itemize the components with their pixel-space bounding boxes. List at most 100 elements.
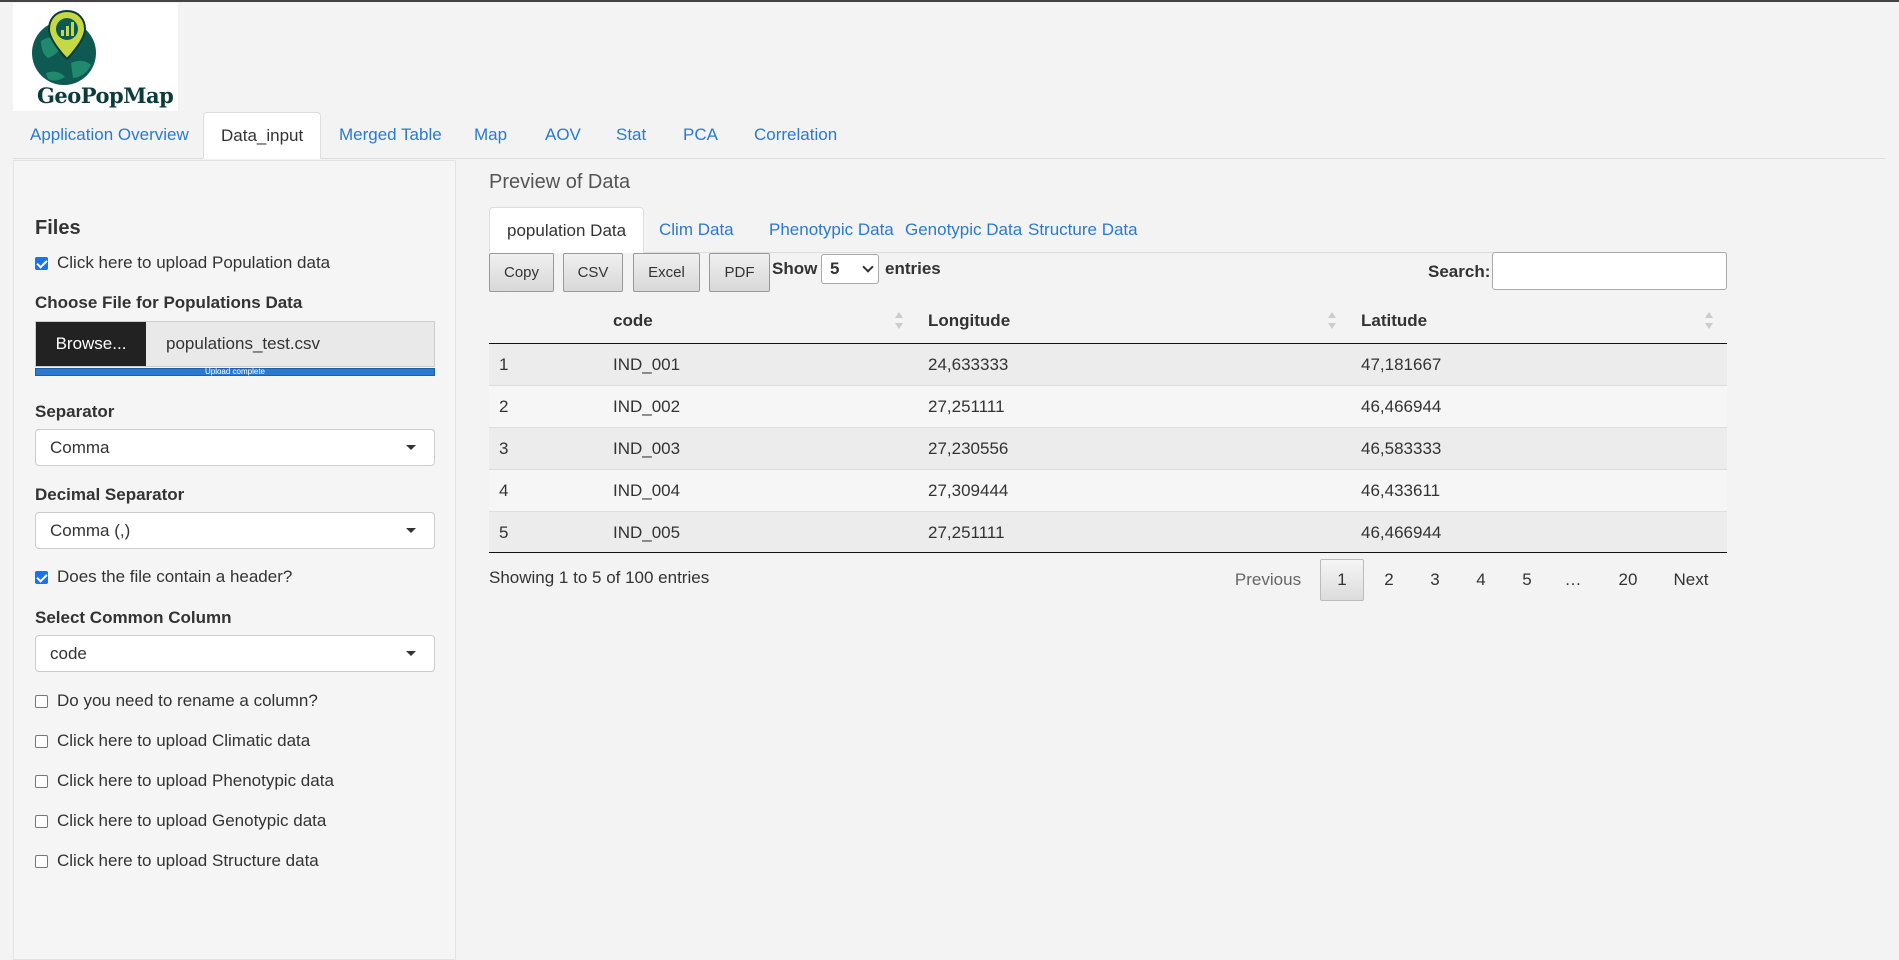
pagination-page-1[interactable]: 1 [1320,559,1364,601]
cell-code: IND_005 [613,523,681,542]
cell-code: IND_002 [613,397,681,416]
sort-icon[interactable] [1328,312,1336,330]
header-checkbox-label: Does the file contain a header? [57,567,293,586]
header-checkbox[interactable] [35,570,48,584]
table-row[interactable]: 5 IND_005 27,251111 46,466944 [489,512,1727,553]
table-row[interactable]: 4 IND_004 27,309444 46,433611 [489,470,1727,512]
table-header-row: code Longitude Latitude [489,298,1727,344]
structure-checkbox-label: Click here to upload Structure data [57,851,319,870]
structure-checkbox[interactable] [35,854,48,868]
preview-title: Preview of Data [489,171,631,193]
upload-population-checkbox-row[interactable]: Click here to upload Population data [35,253,330,273]
climatic-checkbox-label: Click here to upload Climatic data [57,731,311,750]
pagination-page-3[interactable]: 3 [1413,559,1457,601]
search-input[interactable] [1492,252,1727,290]
upload-status-text: Upload complete [204,367,266,376]
decimal-separator-select[interactable]: Comma (,) [35,512,435,549]
rename-checkbox-row[interactable]: Do you need to rename a column? [35,691,318,711]
sort-icon[interactable] [1705,312,1713,330]
file-input[interactable]: Browse... populations_test.csv [35,321,435,367]
pagination-page-5[interactable]: 5 [1505,559,1549,601]
cell-index: 2 [499,397,509,416]
window-top-border [0,0,1899,2]
logo-text: GeoPopMap [37,83,174,108]
tab-map[interactable]: Map [457,112,524,158]
entries-select[interactable]: 5 [821,254,879,284]
sidebar-panel: Files Click here to upload Population da… [13,160,456,960]
tab-stat[interactable]: Stat [599,112,663,158]
tab-merged-table[interactable]: Merged Table [322,112,459,158]
csv-button[interactable]: CSV [563,253,623,292]
decimal-separator-value: Comma (,) [50,521,131,540]
browse-button[interactable]: Browse... [36,322,146,366]
cell-latitude: 46,583333 [1361,439,1442,458]
upload-population-checkbox[interactable] [35,256,48,270]
climatic-checkbox-row[interactable]: Click here to upload Climatic data [35,731,310,751]
structure-checkbox-row[interactable]: Click here to upload Structure data [35,851,319,871]
tab-clim-data[interactable]: Clim Data [642,207,751,252]
sort-icon[interactable] [895,312,903,330]
table-row[interactable]: 1 IND_001 24,633333 47,181667 [489,344,1727,386]
main-tab-bar: Application Overview Data_input Merged T… [13,112,1885,159]
pagination-next[interactable]: Next [1663,559,1719,601]
data-tab-bar: population Data Clim Data Phenotypic Dat… [489,207,1727,253]
cell-latitude: 46,433611 [1361,481,1441,500]
cell-longitude: 27,251111 [928,523,1005,542]
tab-correlation[interactable]: Correlation [737,112,854,158]
rename-checkbox[interactable] [35,694,48,708]
column-header-latitude[interactable]: Latitude [1361,298,1427,343]
tab-aov[interactable]: AOV [528,112,598,158]
common-column-label: Select Common Column [35,608,232,627]
header-checkbox-row[interactable]: Does the file contain a header? [35,567,292,587]
pagination-previous[interactable]: Previous [1224,559,1312,601]
show-label: Show [772,259,818,278]
excel-button[interactable]: Excel [633,253,700,292]
common-column-select[interactable]: code [35,635,435,672]
table-row[interactable]: 2 IND_002 27,251111 46,466944 [489,386,1727,428]
separator-value: Comma [50,438,110,457]
rename-checkbox-label: Do you need to rename a column? [57,691,318,710]
cell-latitude: 47,181667 [1361,355,1442,374]
phenotypic-checkbox-row[interactable]: Click here to upload Phenotypic data [35,771,334,791]
cell-longitude: 27,251111 [928,397,1005,416]
pagination-page-2[interactable]: 2 [1367,559,1411,601]
tab-pca[interactable]: PCA [666,112,735,158]
cell-latitude: 46,466944 [1361,523,1442,542]
data-table: code Longitude Latitude 1 IND_001 24,633… [489,298,1727,553]
choose-file-label: Choose File for Populations Data [35,293,303,312]
column-header-longitude[interactable]: Longitude [928,298,1010,343]
phenotypic-checkbox[interactable] [35,774,48,788]
pdf-button[interactable]: PDF [709,253,770,292]
cell-index: 4 [499,481,509,500]
table-info: Showing 1 to 5 of 100 entries [489,568,710,587]
upload-progress-bar: Upload complete [35,367,435,376]
phenotypic-checkbox-label: Click here to upload Phenotypic data [57,771,334,790]
table-row[interactable]: 3 IND_003 27,230556 46,583333 [489,428,1727,470]
app-logo: GeoPopMap [13,3,178,111]
genotypic-checkbox-row[interactable]: Click here to upload Genotypic data [35,811,326,831]
files-heading: Files [35,217,81,239]
chevron-down-icon [406,528,416,533]
tab-population-data[interactable]: population Data [489,207,645,253]
genotypic-checkbox[interactable] [35,814,48,828]
pagination-ellipsis: … [1564,570,1582,589]
cell-latitude: 46,466944 [1361,397,1442,416]
tab-data-input[interactable]: Data_input [203,112,322,159]
decimal-separator-label: Decimal Separator [35,485,185,504]
pagination-page-20[interactable]: 20 [1604,559,1652,601]
entries-value: 5 [830,259,840,278]
separator-select[interactable]: Comma [35,429,435,466]
chevron-down-icon [406,651,416,656]
separator-label: Separator [35,402,115,421]
pagination-page-4[interactable]: 4 [1459,559,1503,601]
column-header-code[interactable]: code [613,298,653,343]
cell-index: 1 [499,355,509,374]
tab-structure-data[interactable]: Structure Data [1011,207,1155,252]
tab-phenotypic-data[interactable]: Phenotypic Data [752,207,911,252]
cell-code: IND_004 [613,481,681,500]
entries-label: entries [885,259,941,278]
climatic-checkbox[interactable] [35,734,48,748]
tab-application-overview[interactable]: Application Overview [13,112,206,158]
copy-button[interactable]: Copy [489,253,554,292]
cell-longitude: 24,633333 [928,355,1009,374]
